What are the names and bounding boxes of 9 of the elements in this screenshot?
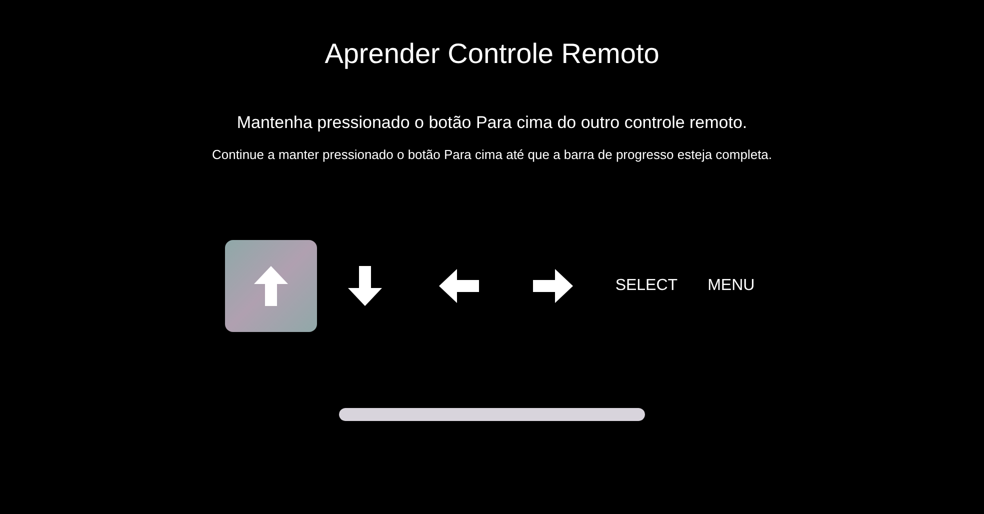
- screen-title: Aprender Controle Remoto: [324, 37, 660, 71]
- arrow-icon: [347, 264, 384, 308]
- arrow-icon: [253, 264, 290, 308]
- arrow-icon: [531, 268, 576, 304]
- instruction-text: Mantenha pressionado o botão Para cima do outro controle remoto.: [236, 112, 748, 134]
- hint-text: Continue a manter pressionado o botão Para cima até que a barra de progresso esteja completa.: [212, 146, 772, 164]
- arrow-icon: [437, 268, 482, 304]
- remote-button[interactable]: MENU: [694, 240, 769, 332]
- remote-button[interactable]: SELECT: [601, 240, 692, 332]
